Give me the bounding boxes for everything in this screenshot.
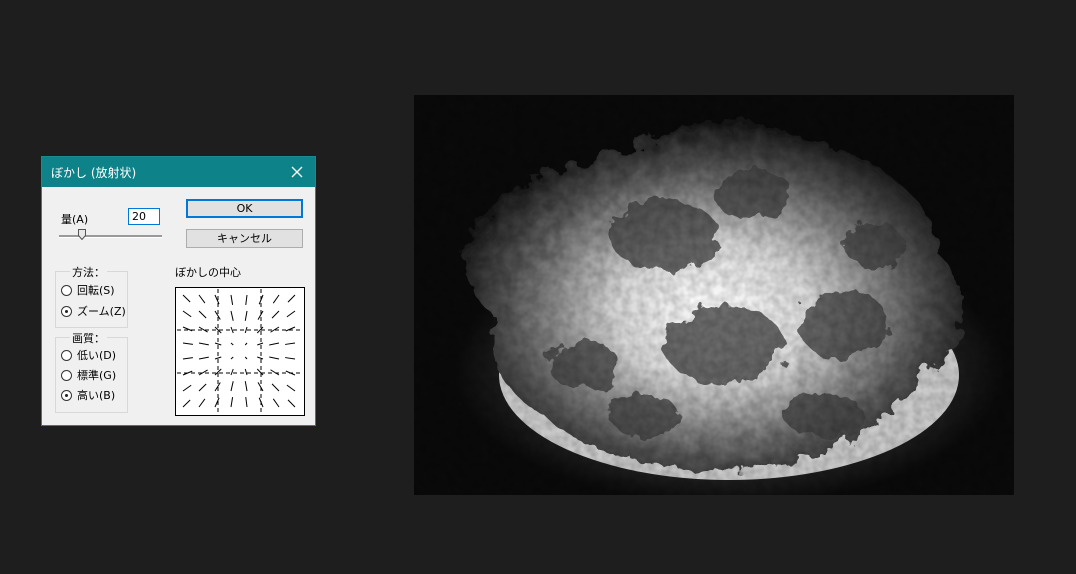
radio-spin[interactable] [61,284,72,296]
dialog-title: ぼかし (放射状) [51,166,137,180]
cancel-button[interactable]: キャンセル [186,229,303,248]
radio-best[interactable] [61,389,72,401]
quality-option-draft[interactable]: 低い(D) [61,348,116,362]
slider-thumb-icon[interactable] [78,229,86,240]
quality-legend: 画質： [70,330,107,346]
radio-draft[interactable] [61,349,72,361]
method-option-label: ズーム(Z) [77,305,126,318]
blur-center-preview[interactable] [175,287,305,416]
radio-good[interactable] [61,369,72,381]
method-option-label: 回転(S) [77,284,115,297]
quality-option-label: 標準(G) [77,369,117,382]
amount-slider-track[interactable] [59,235,162,238]
preview-image [414,95,1014,495]
method-option-zoom[interactable]: ズーム(Z) [61,304,126,318]
quality-option-label: 低い(D) [77,349,117,362]
amount-input[interactable] [128,208,160,225]
close-icon[interactable] [285,160,309,184]
method-group: 方法： 回転(S) ズーム(Z) [55,264,128,328]
blur-center-label: ぼかしの中心 [175,266,241,279]
radio-zoom[interactable] [61,305,72,317]
ok-button[interactable]: OK [186,199,303,218]
quality-group: 画質： 低い(D) 標準(G) 高い(B) [55,330,128,413]
method-legend: 方法： [70,264,107,280]
quality-option-good[interactable]: 標準(G) [61,368,116,382]
quality-option-label: 高い(B) [77,389,116,402]
quality-option-best[interactable]: 高い(B) [61,388,115,402]
radial-blur-dialog: ぼかし (放射状) 量(A) OK キャンセル 方法： 回転(S) ズーム(Z)… [41,156,316,426]
amount-label: 量(A) [61,213,89,226]
dialog-titlebar[interactable]: ぼかし (放射状) [42,157,315,187]
method-option-spin[interactable]: 回転(S) [61,283,115,297]
